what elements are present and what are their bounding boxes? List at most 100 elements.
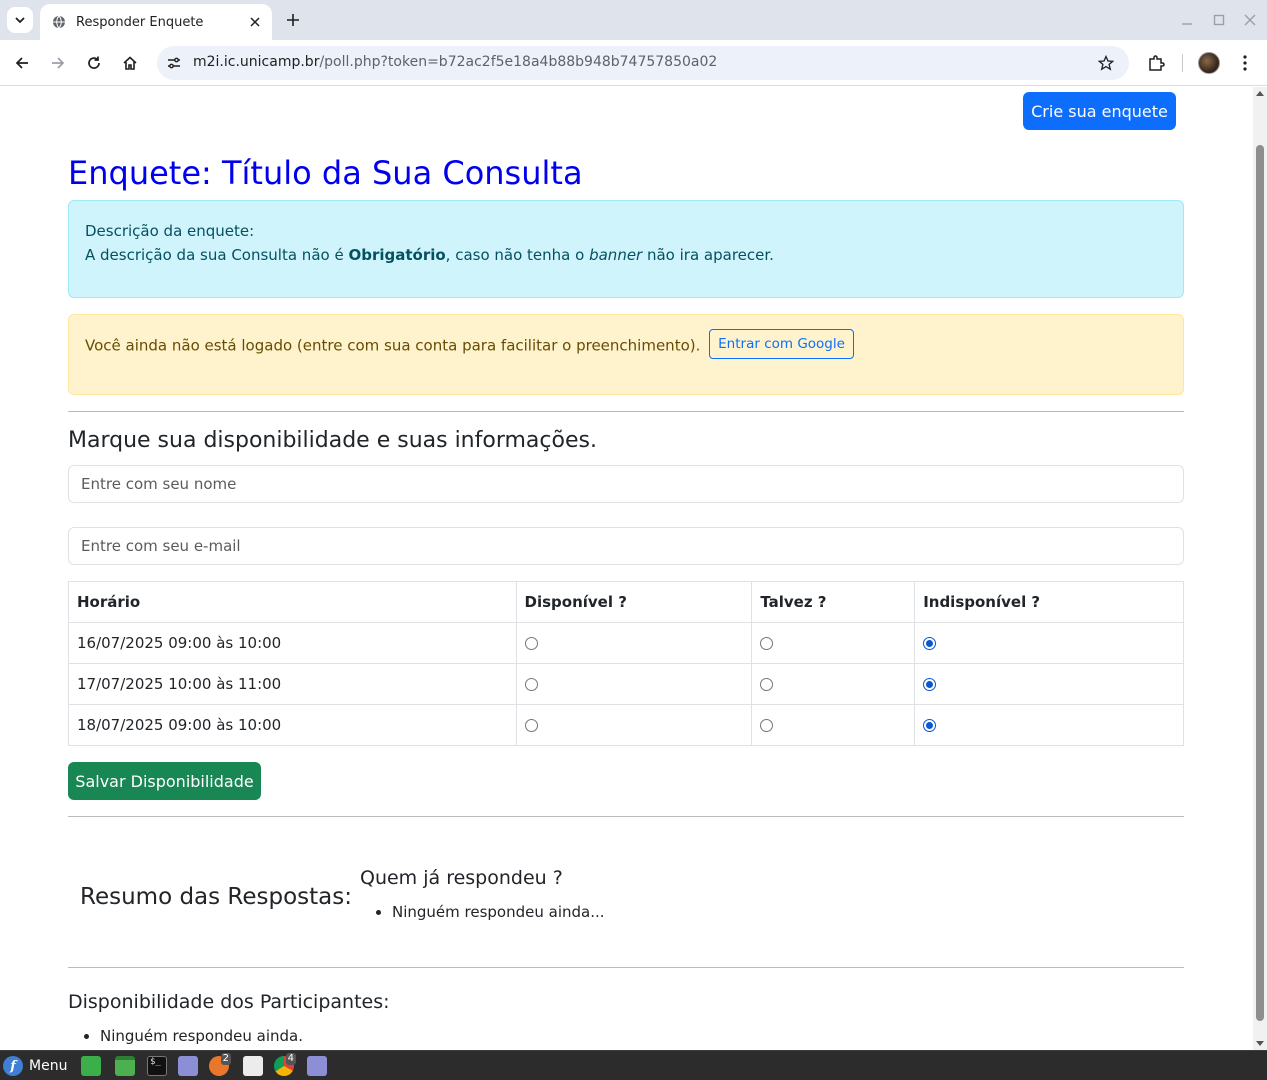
plus-icon <box>287 14 299 26</box>
summary-title: Resumo das Respostas: <box>80 884 353 910</box>
globe-icon <box>52 15 66 29</box>
chevron-down-icon <box>15 17 25 24</box>
bookmark-star-icon[interactable] <box>1097 54 1115 72</box>
talvez-cell <box>751 663 916 705</box>
participants-title: Disponibilidade dos Participantes: <box>68 991 390 1013</box>
indisponivel-cell <box>914 663 1184 705</box>
fedora-logo-icon: f <box>3 1056 23 1076</box>
google-login-button[interactable]: Entrar com Google <box>709 329 854 359</box>
description-bold: Obrigatório <box>348 246 446 264</box>
form-section-title: Marque sua disponibilidade e suas inform… <box>68 428 597 453</box>
email-input[interactable] <box>68 527 1184 565</box>
header-horario: Horário <box>68 581 517 623</box>
home-icon <box>123 56 137 70</box>
time-slot-cell: 17/07/2025 10:00 às 11:00 <box>68 663 517 705</box>
create-poll-button[interactable]: Crie sua enquete <box>1023 92 1176 130</box>
scroll-down-arrow[interactable] <box>1256 1041 1264 1046</box>
url-host: m2i.ic.unicamp.br <box>193 54 320 70</box>
participants-list: Ninguém respondeu ainda. <box>68 1025 303 1047</box>
terminal-icon[interactable]: $_ <box>147 1056 167 1076</box>
scroll-up-arrow[interactable] <box>1256 91 1264 96</box>
indisponivel-cell <box>914 622 1184 664</box>
profile-avatar[interactable] <box>1198 52 1220 74</box>
header-talvez: Talvez ? <box>751 581 916 623</box>
home-button[interactable] <box>118 51 142 75</box>
minimize-icon <box>1182 23 1192 25</box>
browser-tab-strip: Responder Enquete <box>0 0 1267 40</box>
disponivel-radio[interactable] <box>524 719 538 732</box>
disponivel-radio[interactable] <box>524 678 538 691</box>
availability-table: Horário Disponível ? Talvez ? Indisponív… <box>68 581 1184 746</box>
close-window-button[interactable] <box>1240 10 1260 30</box>
page-scrollbar[interactable] <box>1253 87 1267 1050</box>
back-button[interactable] <box>10 51 34 75</box>
table-header-row: Horário Disponível ? Talvez ? Indisponív… <box>68 581 1184 623</box>
minimize-window-button[interactable] <box>1177 10 1197 30</box>
list-item: Ninguém respondeu ainda. <box>100 1025 303 1047</box>
more-menu-icon[interactable] <box>1234 52 1256 74</box>
start-menu-button[interactable]: f Menu <box>3 1055 67 1077</box>
table-row: 18/07/2025 09:00 às 10:00 <box>68 704 1184 746</box>
maximize-icon <box>1213 14 1225 26</box>
indisponivel-radio[interactable] <box>923 637 937 650</box>
window-count-badge: 2 <box>220 1053 231 1065</box>
time-slot-cell: 18/07/2025 09:00 às 10:00 <box>68 704 517 746</box>
disponivel-cell <box>515 704 753 746</box>
talvez-cell <box>751 622 916 664</box>
header-disponivel: Disponível ? <box>515 581 753 623</box>
calculator-icon[interactable] <box>243 1056 263 1076</box>
url-path: /poll.php?token=b72ac2f5e18a4b88b948b747… <box>319 54 718 70</box>
menu-label: Menu <box>29 1058 68 1074</box>
talvez-cell <box>751 704 916 746</box>
description-middle: , caso não tenha o <box>445 246 590 264</box>
desktop-show-icon[interactable] <box>81 1056 101 1076</box>
text-editor-icon[interactable] <box>178 1056 198 1076</box>
divider <box>68 967 1184 968</box>
page-viewport: Crie sua enquete Enquete: Título da Sua … <box>0 87 1253 1050</box>
toolbar-divider <box>1182 54 1183 72</box>
poll-title: Enquete: Título da Sua Consulta <box>68 154 583 192</box>
files-folder-icon[interactable] <box>115 1056 135 1076</box>
talvez-radio[interactable] <box>760 719 774 732</box>
header-indisponivel: Indisponível ? <box>914 581 1184 623</box>
desktop-taskbar: f Menu $_ 2 4 <box>0 1050 1267 1080</box>
url-text: m2i.ic.unicamp.br/poll.php?token=b72ac2f… <box>193 54 717 70</box>
reload-icon <box>88 56 100 69</box>
close-icon[interactable] <box>246 13 264 31</box>
tab-title: Responder Enquete <box>76 14 204 30</box>
window-count-badge: 4 <box>285 1053 296 1065</box>
description-alert: Descrição da enquete: A descrição da sua… <box>68 200 1184 298</box>
login-warning-alert: Você ainda não está logado (entre com su… <box>68 314 1184 395</box>
indisponivel-radio[interactable] <box>923 678 937 691</box>
browser-toolbar: m2i.ic.unicamp.br/poll.php?token=b72ac2f… <box>0 40 1267 86</box>
close-window-icon <box>1244 14 1256 26</box>
disponivel-cell <box>515 622 753 664</box>
forward-button[interactable] <box>46 51 70 75</box>
name-input[interactable] <box>68 465 1184 503</box>
address-bar[interactable]: m2i.ic.unicamp.br/poll.php?token=b72ac2f… <box>157 46 1129 80</box>
disponivel-cell <box>515 663 753 705</box>
talvez-radio[interactable] <box>760 637 774 650</box>
site-settings-icon[interactable] <box>165 54 183 72</box>
extensions-icon[interactable] <box>1145 52 1167 74</box>
chrome-icon[interactable]: 4 <box>274 1053 296 1076</box>
talvez-radio[interactable] <box>760 678 774 691</box>
scroll-thumb[interactable] <box>1256 145 1264 1021</box>
firefox-icon[interactable]: 2 <box>209 1053 231 1076</box>
description-suffix: não ira aparecer. <box>642 246 774 264</box>
maximize-window-button[interactable] <box>1209 10 1229 30</box>
login-warning-text: Você ainda não está logado (entre com su… <box>85 336 701 355</box>
arrow-right-icon <box>52 57 65 69</box>
tab-search-button[interactable] <box>7 7 33 33</box>
who-responded-title: Quem já respondeu ? <box>360 867 563 889</box>
browser-tab-active[interactable]: Responder Enquete <box>40 4 272 40</box>
description-prefix: A descrição da sua Consulta não é <box>85 246 349 264</box>
indisponivel-radio[interactable] <box>923 719 937 732</box>
save-availability-button[interactable]: Salvar Disponibilidade <box>68 762 261 800</box>
disponivel-radio[interactable] <box>524 637 538 650</box>
table-row: 16/07/2025 09:00 às 10:00 <box>68 622 1184 664</box>
description-label: Descrição da enquete: <box>85 222 255 240</box>
notes-icon[interactable] <box>307 1056 327 1076</box>
reload-button[interactable] <box>82 51 106 75</box>
new-tab-button[interactable] <box>282 9 304 31</box>
